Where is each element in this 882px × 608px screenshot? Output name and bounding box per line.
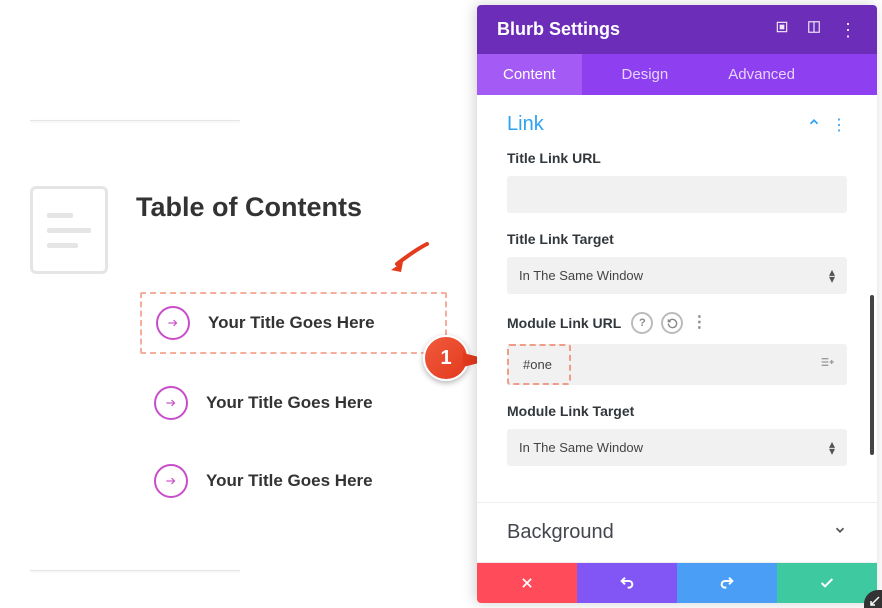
field-module-link-url: Module Link URL ? ⋮ <box>507 312 847 385</box>
toc-item-2[interactable]: Your Title Goes Here <box>140 374 447 432</box>
toc-item-label: Your Title Goes Here <box>206 471 373 491</box>
label-title-link-target: Title Link Target <box>507 231 847 247</box>
input-module-link-url[interactable] <box>511 348 567 381</box>
field-more-icon[interactable]: ⋮ <box>691 312 707 334</box>
arrow-right-icon <box>154 464 188 498</box>
annotation-arrow-icon <box>387 240 431 279</box>
save-button[interactable] <box>777 563 877 603</box>
section-background: Background <box>477 503 877 550</box>
bottom-divider <box>30 570 240 571</box>
panel-title: Blurb Settings <box>497 19 620 40</box>
annotation-callout: 1 <box>423 335 469 381</box>
scrollbar-thumb[interactable] <box>870 295 874 455</box>
toc-item-label: Your Title Goes Here <box>206 393 373 413</box>
section-link-body: Title Link URL Title Link Target In The … <box>507 136 847 466</box>
input-title-link-url[interactable] <box>507 176 847 213</box>
field-title-link-target: Title Link Target In The Same Window ▴▾ <box>507 231 847 294</box>
section-background-header[interactable]: Background <box>507 521 847 544</box>
tab-content[interactable]: Content <box>477 54 582 95</box>
toc-item-3[interactable]: Your Title Goes Here <box>140 452 447 510</box>
panel-body: Link ⋮ Title Link URL Title Link Target <box>477 95 877 563</box>
expand-icon[interactable] <box>775 20 789 39</box>
reset-icon[interactable] <box>661 312 683 334</box>
section-background-title: Background <box>507 521 614 544</box>
panel-footer <box>477 563 877 603</box>
label-title-link-url: Title Link URL <box>507 150 847 166</box>
field-title-link-url: Title Link URL <box>507 150 847 213</box>
panel-tabs: Content Design Advanced <box>477 54 877 95</box>
cancel-button[interactable] <box>477 563 577 603</box>
toc-items: Your Title Goes Here Your Title Goes Her… <box>140 292 447 510</box>
toc-header: Table of Contents <box>30 186 447 274</box>
section-link: Link ⋮ Title Link URL Title Link Target <box>477 95 877 490</box>
tab-advanced[interactable]: Advanced <box>698 54 821 95</box>
help-icon[interactable]: ? <box>631 312 653 334</box>
undo-button[interactable] <box>577 563 677 603</box>
panel-header: Blurb Settings ⋮ <box>477 5 877 54</box>
tab-design[interactable]: Design <box>582 54 699 95</box>
chevron-up-icon[interactable] <box>807 115 821 134</box>
snap-icon[interactable] <box>807 20 821 39</box>
more-icon[interactable]: ⋮ <box>839 23 857 37</box>
dynamic-content-icon[interactable] <box>807 354 847 375</box>
arrow-right-icon <box>156 306 190 340</box>
toc-title: Table of Contents <box>136 192 362 223</box>
label-module-link-target: Module Link Target <box>507 403 847 419</box>
toc-item-label: Your Title Goes Here <box>208 313 375 333</box>
top-divider <box>30 120 240 121</box>
panel-header-actions: ⋮ <box>775 20 857 39</box>
document-icon <box>30 186 108 274</box>
section-link-header[interactable]: Link ⋮ <box>507 113 847 136</box>
section-more-icon[interactable]: ⋮ <box>831 115 847 135</box>
select-module-link-target[interactable]: In The Same Window <box>507 429 847 466</box>
toc-item-1-selected[interactable]: Your Title Goes Here <box>140 292 447 354</box>
settings-panel: Blurb Settings ⋮ Content Design Advanced… <box>477 5 877 603</box>
section-link-title: Link <box>507 113 544 136</box>
field-module-link-target: Module Link Target In The Same Window ▴▾ <box>507 403 847 466</box>
arrow-right-icon <box>154 386 188 420</box>
label-module-link-url: Module Link URL <box>507 315 621 331</box>
page-preview: Table of Contents Your Title Goes Here Y… <box>0 0 477 608</box>
chevron-down-icon[interactable] <box>833 523 847 542</box>
redo-button[interactable] <box>677 563 777 603</box>
select-title-link-target[interactable]: In The Same Window <box>507 257 847 294</box>
callout-number: 1 <box>423 335 469 381</box>
